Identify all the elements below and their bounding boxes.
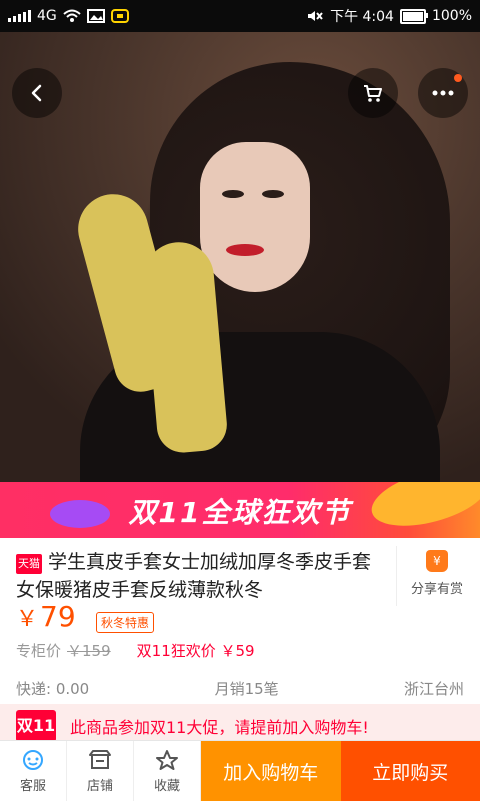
banner-title: 双11全球狂欢节 — [0, 491, 480, 531]
network-label: 4G — [37, 8, 57, 24]
product-photo-eye-left — [222, 190, 244, 198]
battery-icon — [400, 9, 426, 24]
share-reward-button[interactable]: ¥ 分享有赏 — [396, 546, 477, 606]
current-price: ￥79 — [16, 600, 76, 633]
ship-location: 浙江台州 — [404, 678, 464, 699]
product-image-carousel[interactable] — [0, 32, 480, 482]
image-icon — [87, 9, 105, 23]
chat-icon — [20, 749, 46, 771]
notification-dot — [454, 74, 462, 82]
product-photo-face — [200, 142, 310, 292]
product-title: 学生真皮手套女士加绒加厚冬季皮手套女保暖猪皮手套反绒薄款秋冬 — [16, 548, 386, 604]
shop-button[interactable]: 店铺 — [67, 741, 134, 801]
favorite-button[interactable]: 收藏 — [134, 741, 201, 801]
favorite-label: 收藏 — [154, 775, 180, 794]
clock: 下午 4:04 — [330, 6, 394, 26]
cart-icon — [362, 82, 384, 104]
share-label: 分享有赏 — [397, 578, 477, 597]
shipping-fee: 快递: 0.00 — [16, 678, 89, 699]
status-bar: 4G 下午 4:04 100% — [0, 0, 480, 32]
double11-price: 双11狂欢价 ￥59 — [137, 642, 255, 660]
add-to-cart-button[interactable]: 加入购物车 — [201, 741, 341, 801]
mute-icon — [306, 9, 324, 23]
reference-prices: 专柜价 ￥159 双11狂欢价 ￥59 — [16, 640, 255, 661]
back-button[interactable] — [12, 68, 62, 118]
counter-price-label: 专柜价 — [16, 642, 61, 660]
counter-price: ￥159 — [67, 642, 111, 660]
app-notification-icon — [111, 9, 129, 23]
more-icon — [432, 90, 454, 96]
double11-logo: 双11 — [16, 710, 56, 742]
wifi-icon — [63, 9, 81, 23]
shop-label: 店铺 — [87, 775, 113, 794]
currency-symbol: ￥ — [16, 607, 38, 632]
money-bag-icon: ¥ — [426, 550, 448, 572]
bottom-action-bar: 客服 店铺 收藏 加入购物车 立即购买 — [0, 740, 480, 801]
customer-service-button[interactable]: 客服 — [0, 741, 67, 801]
buy-now-button[interactable]: 立即购买 — [341, 741, 480, 801]
promo-tag: 秋冬特惠 — [96, 612, 154, 633]
monthly-sales: 月销15笔 — [215, 678, 279, 699]
battery-percent: 100% — [432, 8, 472, 24]
product-info: 天猫 学生真皮手套女士加绒加厚冬季皮手套女保暖猪皮手套反绒薄款秋冬 ¥ 分享有赏… — [0, 538, 480, 704]
customer-service-label: 客服 — [20, 775, 46, 794]
more-button[interactable] — [418, 68, 468, 118]
signal-icon — [8, 10, 31, 22]
product-photo-eye-right — [262, 190, 284, 198]
product-photo-lips — [226, 244, 264, 256]
star-icon — [154, 749, 180, 771]
chevron-left-icon — [27, 83, 47, 103]
promo-notice-text: 此商品参加双11大促，请提前加入购物车! — [70, 714, 369, 738]
shipping-sales-location: 快递: 0.00 月销15笔 浙江台州 — [16, 678, 464, 699]
price-value: 79 — [40, 600, 76, 633]
shop-icon — [87, 749, 113, 771]
cart-button[interactable] — [348, 68, 398, 118]
double11-banner[interactable]: 双11全球狂欢节 — [0, 482, 480, 538]
